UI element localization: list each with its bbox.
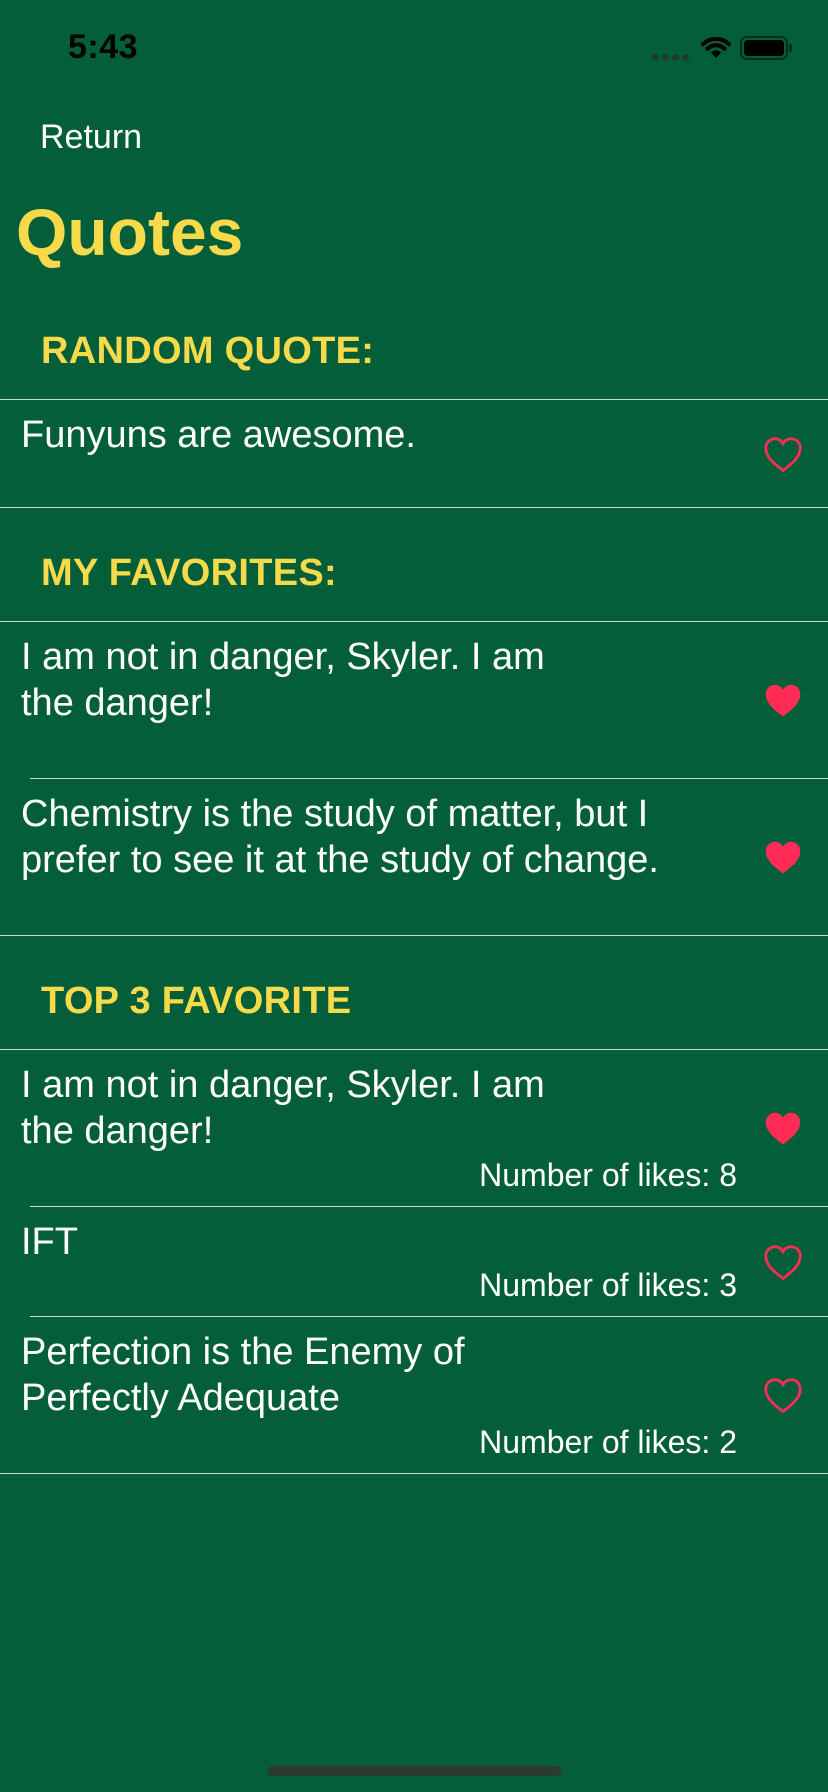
random-quote-row[interactable]: Funyuns are awesome. (0, 400, 828, 507)
quote-text: Funyuns are awesome. (21, 414, 416, 456)
favorite-row[interactable]: I am not in danger, Skyler. I am the dan… (0, 622, 828, 778)
home-indicator[interactable] (267, 1766, 562, 1776)
status-bar: 5:43 (0, 0, 828, 96)
status-time: 5:43 (68, 28, 139, 66)
section-header-my-favorites: MY FAVORITES: (41, 552, 337, 594)
heart-filled-icon[interactable] (762, 1109, 804, 1147)
heart-outline-icon[interactable] (762, 1243, 804, 1281)
section-header-top-3-favorite: TOP 3 FAVORITE (41, 980, 352, 1022)
divider (0, 1473, 828, 1474)
quote-text-line-2: the danger! (21, 1110, 214, 1152)
likes-count: Number of likes: 2 (479, 1424, 737, 1460)
quote-text-line-2: Perfectly Adequate (21, 1377, 340, 1419)
heart-filled-icon[interactable] (762, 838, 804, 876)
favorite-row[interactable]: Chemistry is the study of matter, but I … (0, 779, 828, 935)
quote-text-line-1: I am not in danger, Skyler. I am (21, 1064, 545, 1106)
wifi-icon (701, 36, 731, 58)
likes-count: Number of likes: 3 (479, 1267, 737, 1303)
quote-text-line-1: I am not in danger, Skyler. I am (21, 636, 545, 678)
divider (0, 935, 828, 936)
top-favorite-row[interactable]: I am not in danger, Skyler. I am the dan… (0, 1050, 828, 1206)
page-title: Quotes (16, 195, 244, 269)
likes-count: Number of likes: 8 (479, 1157, 737, 1193)
top-favorite-row[interactable]: IFT Number of likes: 3 (0, 1207, 828, 1316)
top-favorite-row[interactable]: Perfection is the Enemy of Perfectly Ade… (0, 1317, 828, 1473)
quote-text-line-2: the danger! (21, 682, 214, 724)
divider (0, 507, 828, 508)
quote-text-line-1: Perfection is the Enemy of (21, 1331, 465, 1373)
return-button[interactable]: Return (40, 118, 142, 157)
cellular-signal-icon (652, 54, 692, 62)
quote-text-line-1: Chemistry is the study of matter, but I (21, 793, 649, 835)
quote-text-line-1: IFT (21, 1221, 78, 1263)
section-header-random-quote: RANDOM QUOTE: (41, 330, 375, 372)
battery-icon (740, 36, 792, 60)
quote-text-line-2: prefer to see it at the study of change. (21, 839, 659, 881)
heart-outline-icon[interactable] (762, 435, 804, 473)
heart-filled-icon[interactable] (762, 681, 804, 719)
heart-outline-icon[interactable] (762, 1376, 804, 1414)
